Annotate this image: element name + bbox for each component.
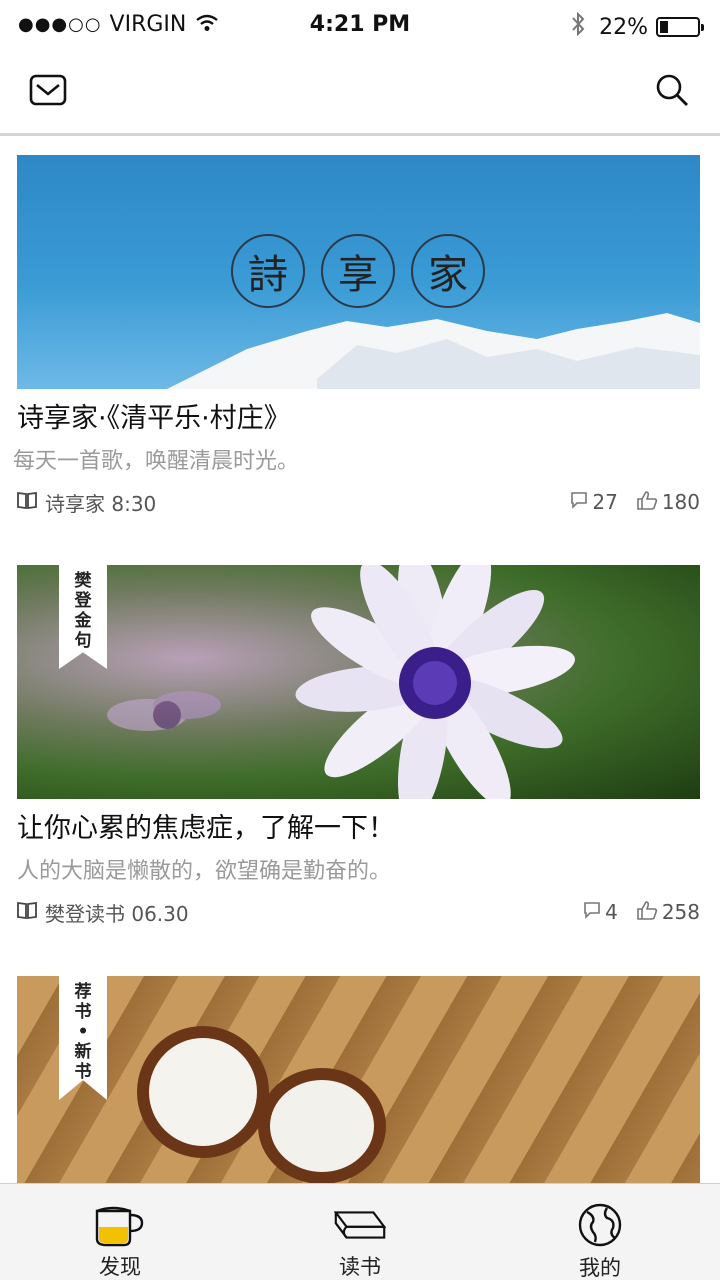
ribbon-char: 登: [74, 591, 92, 611]
article-title[interactable]: 诗享家·《清平乐·村庄》: [17, 399, 700, 439]
battery-fill: [660, 21, 668, 33]
tab-reading[interactable]: 读书: [240, 1184, 480, 1280]
ribbon-char: 樊: [74, 571, 92, 591]
article-cover-image[interactable]: 詩 享 家: [17, 155, 700, 389]
status-bar: ●●●○○ VIRGIN 4:21 PM 22%: [0, 0, 720, 50]
ribbon-char: •: [77, 1022, 89, 1042]
book-icon: [334, 1202, 386, 1247]
ribbon-char: 新: [74, 1042, 92, 1062]
article-card[interactable]: 詩 享 家 诗享家·《清平乐·村庄》 每天一首歌，唤醒清晨时光。 诗享家 8:3…: [13, 155, 700, 517]
article-source: 樊登读书 06.30: [45, 901, 189, 926]
mail-button[interactable]: [26, 70, 70, 114]
globe-icon: [574, 1202, 626, 1248]
tab-bar: 发现 读书 我的: [0, 1183, 720, 1280]
like-icon[interactable]: [636, 490, 658, 515]
search-icon: [654, 72, 690, 112]
comment-count: 27: [592, 490, 618, 514]
tab-me[interactable]: 我的: [480, 1184, 720, 1280]
comment-icon[interactable]: [570, 490, 588, 514]
search-button[interactable]: [650, 70, 694, 114]
article-feed[interactable]: 詩 享 家 诗享家·《清平乐·村庄》 每天一首歌，唤醒清晨时光。 诗享家 8:3…: [0, 139, 720, 1183]
bluetooth-icon: [571, 11, 585, 42]
flower-graphic: [107, 565, 575, 799]
tab-label: 我的: [579, 1256, 621, 1280]
battery-percent: 22%: [599, 14, 648, 40]
article-meta: 诗享家 8:30 27 180: [17, 487, 700, 517]
article-card[interactable]: 樊 登 金 句 让你心累的焦虑症，了解一下！ 人的大脑是懒散的，欲望确是勤奋的。…: [17, 565, 700, 927]
seal-char: 家: [411, 234, 485, 308]
seal-char: 詩: [231, 234, 305, 308]
article-source: 诗享家 8:30: [45, 491, 157, 516]
like-count: 258: [661, 900, 700, 924]
tab-label: 读书: [339, 1255, 381, 1279]
article-subtitle: 人的大脑是懒散的，欲望确是勤奋的。: [17, 859, 392, 884]
nav-bar: [0, 50, 720, 136]
comment-icon[interactable]: [583, 900, 601, 924]
seal-char: 享: [321, 234, 395, 308]
ribbon-char: 荐: [74, 982, 92, 1002]
like-icon[interactable]: [636, 900, 658, 925]
coconut-graphic: [137, 1026, 386, 1183]
book-icon: [17, 490, 37, 514]
article-cover-image[interactable]: 荐 书 • 新 书: [17, 976, 700, 1183]
snow-mountain-graphic: [167, 313, 700, 389]
battery-icon: [656, 17, 704, 37]
ribbon-char: 金: [74, 611, 92, 631]
article-title[interactable]: 让你心累的焦虑症，了解一下！: [17, 809, 700, 849]
article-meta: 樊登读书 06.30 4 258: [17, 897, 700, 927]
ribbon-char: 句: [74, 631, 92, 651]
book-icon: [17, 900, 37, 924]
tab-label: 发现: [99, 1255, 141, 1279]
battery-area: 22%: [571, 11, 704, 42]
ribbon-char: 书: [74, 1002, 92, 1022]
ribbon-char: 书: [74, 1062, 92, 1082]
cup-icon: [94, 1202, 146, 1247]
mail-icon: [29, 73, 67, 111]
like-count: 180: [661, 490, 700, 514]
article-subtitle: 每天一首歌，唤醒清晨时光。: [13, 449, 300, 474]
article-card[interactable]: 荐 书 • 新 书: [17, 976, 700, 1183]
comment-count: 4: [605, 900, 618, 924]
tab-discover[interactable]: 发现: [0, 1184, 240, 1280]
article-cover-image[interactable]: 樊 登 金 句: [17, 565, 700, 799]
